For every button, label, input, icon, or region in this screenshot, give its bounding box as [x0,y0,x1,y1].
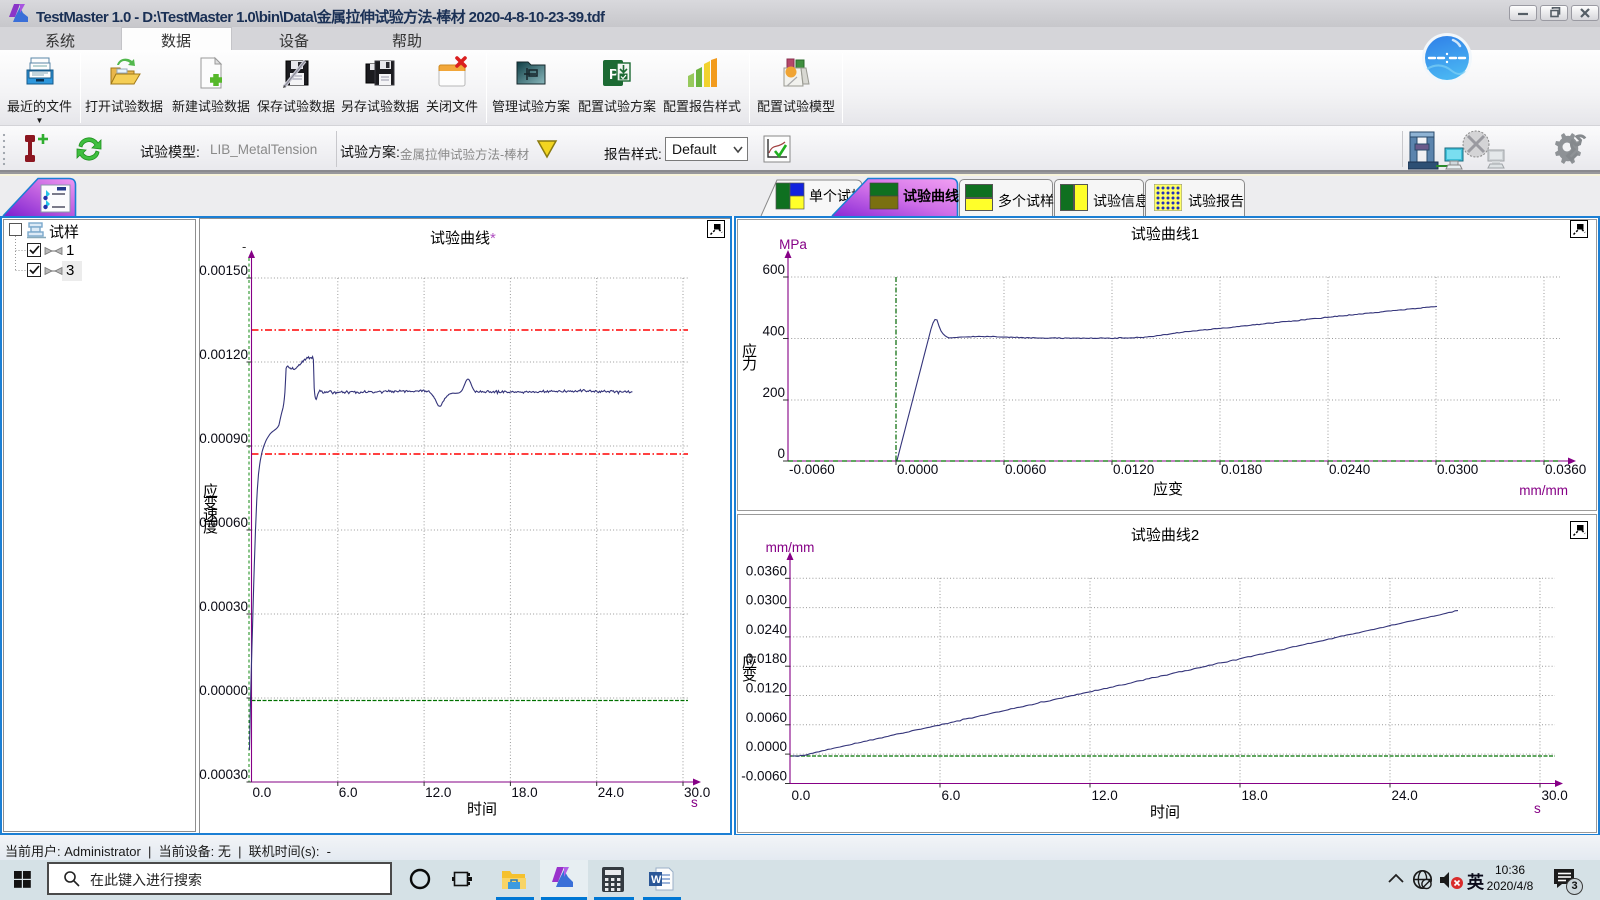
svg-text:0.0000: 0.0000 [746,739,787,754]
svg-text:s: s [691,795,698,810]
svg-text:应变: 应变 [1153,480,1183,498]
svg-text:0.00000: 0.00000 [199,683,248,698]
svg-text:0.0000: 0.0000 [897,462,938,477]
svg-text:时间: 时间 [467,801,497,818]
svg-text:变: 变 [742,667,757,684]
svg-text:试验曲线: 试验曲线 [903,188,959,204]
svg-text:0.00150: 0.00150 [199,263,248,278]
svg-text:mm/mm: mm/mm [1519,483,1568,498]
svg-text:0.0060: 0.0060 [746,710,787,725]
svg-text:18.0: 18.0 [511,785,537,800]
svg-text:试验曲线1: 试验曲线1 [1131,226,1199,243]
svg-text:0: 0 [777,446,785,461]
svg-text:0.0180: 0.0180 [1221,462,1262,477]
svg-text:0.0300: 0.0300 [1437,462,1478,477]
svg-text:力: 力 [742,356,757,373]
svg-text:0.0: 0.0 [792,788,811,803]
svg-text:200: 200 [762,385,785,400]
svg-text:0.0300: 0.0300 [746,593,787,608]
svg-text:400: 400 [762,324,785,339]
svg-text:600: 600 [762,262,785,277]
svg-text:6.0: 6.0 [339,785,358,800]
svg-text:6.0: 6.0 [942,788,961,803]
svg-text:试验曲线2: 试验曲线2 [1131,527,1199,544]
svg-text:0.00030: 0.00030 [199,767,248,782]
svg-text:度: 度 [203,519,218,536]
svg-text:试验曲线*: 试验曲线* [430,230,496,247]
svg-text:0.0360: 0.0360 [746,563,787,578]
svg-text:MPa: MPa [779,237,807,252]
svg-text:0.0120: 0.0120 [1113,462,1154,477]
svg-text:W: W [651,874,662,886]
svg-text:30.0: 30.0 [1542,788,1568,803]
svg-text:0.0240: 0.0240 [1329,462,1370,477]
svg-text:0.00030: 0.00030 [199,599,248,614]
svg-text:s: s [1534,801,1541,816]
svg-text:-: - [242,239,246,254]
svg-text:0.0: 0.0 [253,785,272,800]
svg-text:时间: 时间 [1150,804,1180,821]
svg-text:12.0: 12.0 [1092,788,1118,803]
svg-text:-0.0060: -0.0060 [789,462,835,477]
svg-text:-0.0060: -0.0060 [741,768,787,783]
svg-text:0.00090: 0.00090 [199,431,248,446]
svg-text:0.0060: 0.0060 [1005,462,1046,477]
svg-text:0.00120: 0.00120 [199,347,248,362]
svg-text:0.0240: 0.0240 [746,622,787,637]
svg-text:0.0360: 0.0360 [1545,462,1586,477]
svg-text:12.0: 12.0 [425,785,451,800]
svg-text:24.0: 24.0 [598,785,624,800]
svg-text:mm/mm: mm/mm [766,540,815,555]
svg-text:24.0: 24.0 [1392,788,1418,803]
svg-text:18.0: 18.0 [1242,788,1268,803]
